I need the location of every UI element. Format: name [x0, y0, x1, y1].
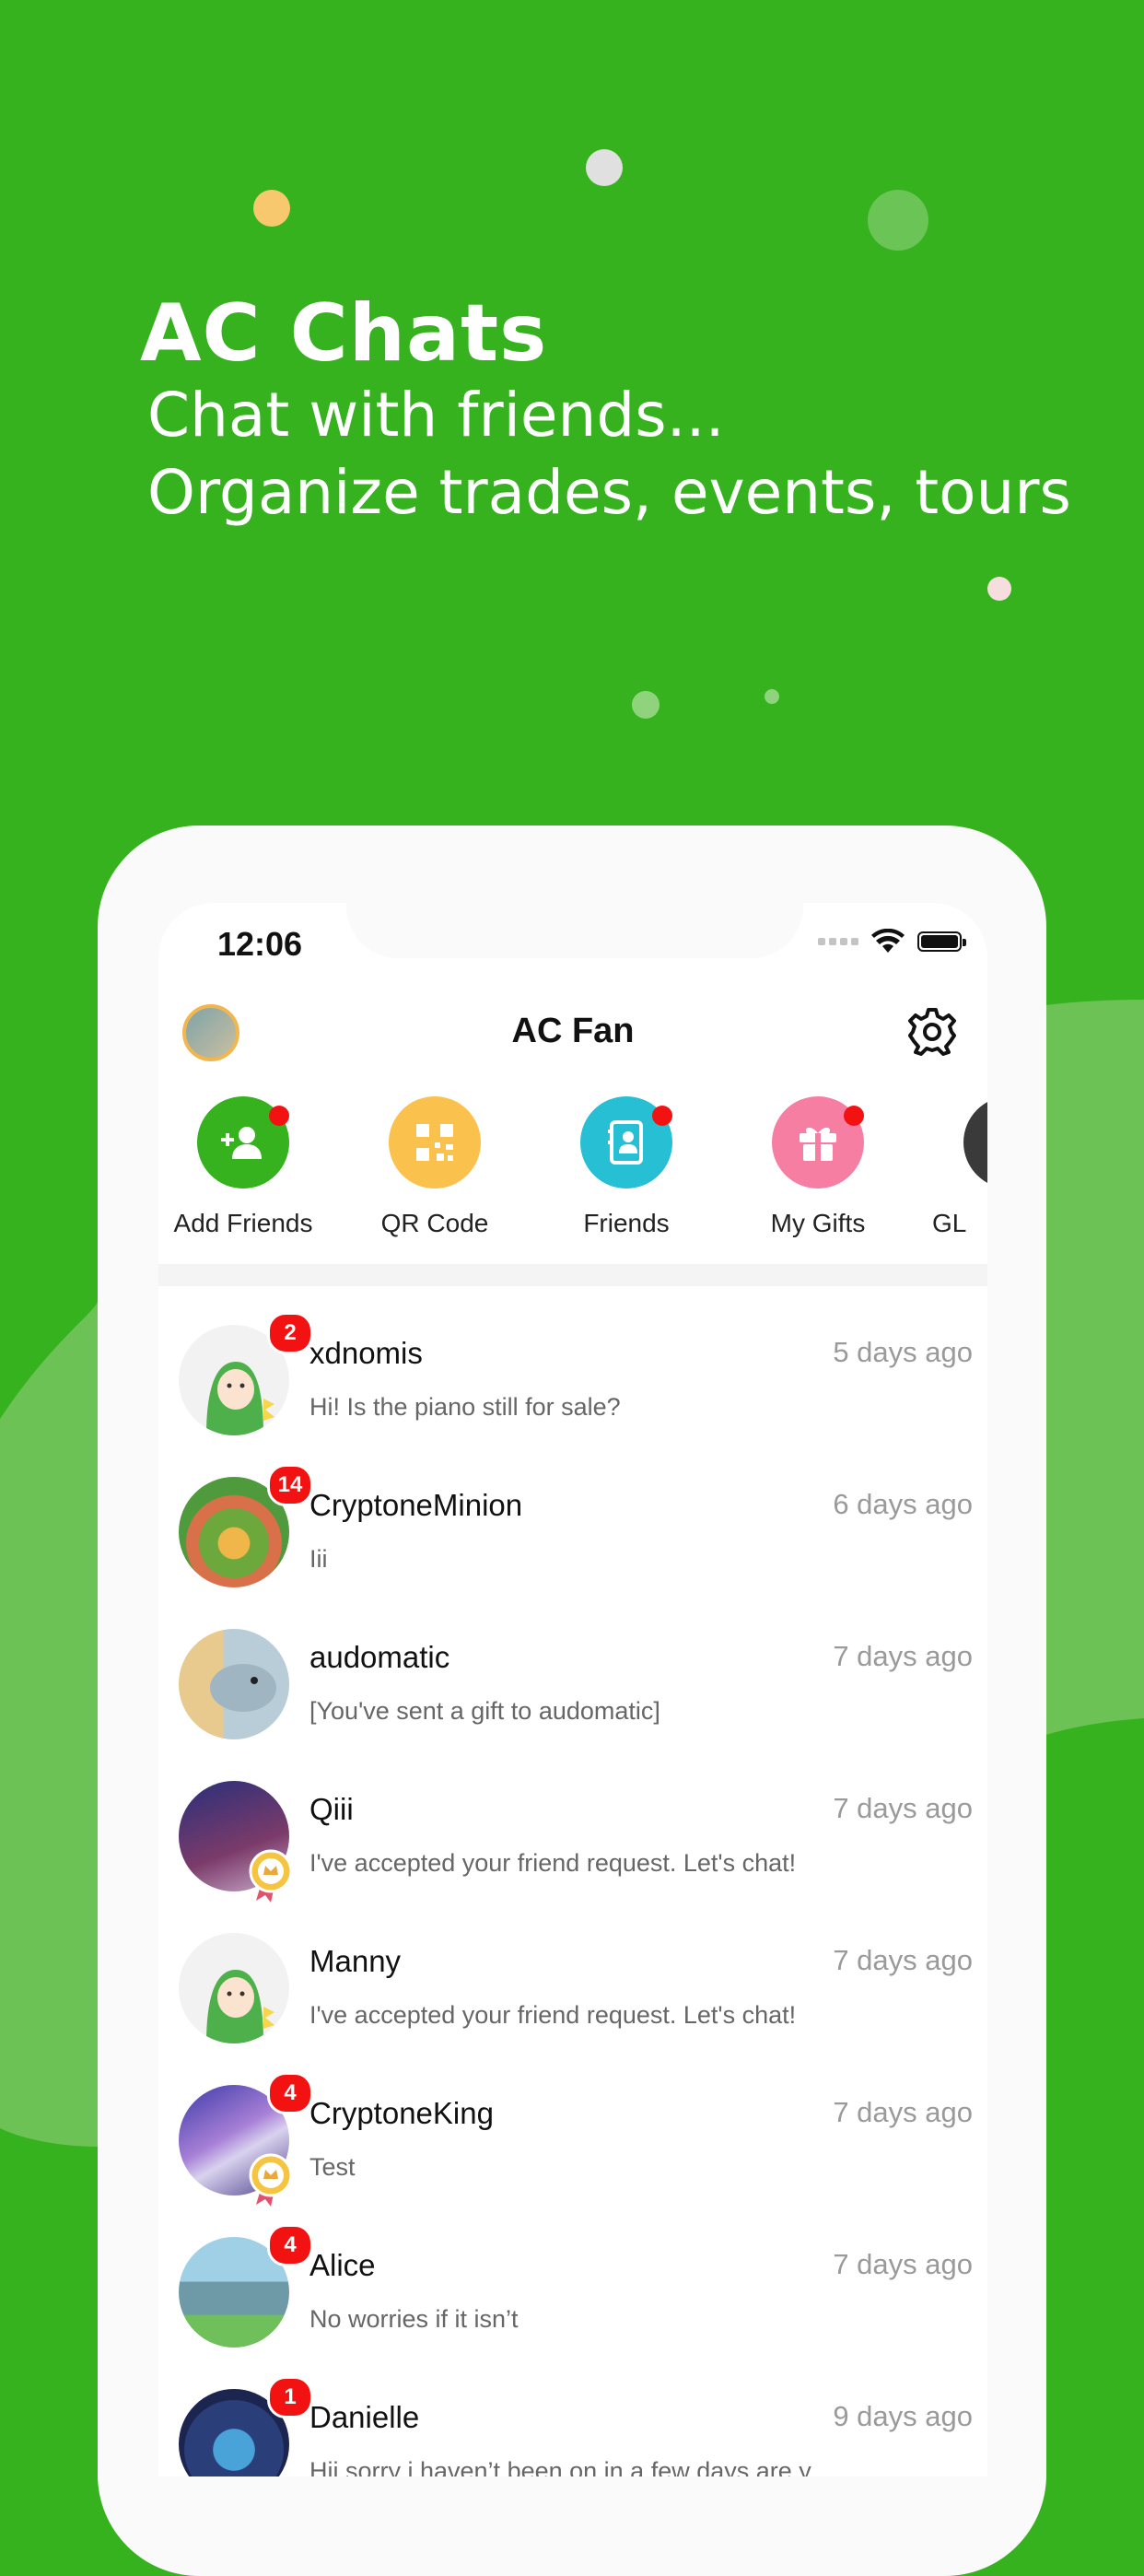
- chat-time: 7 days ago: [833, 2096, 973, 2128]
- chat-preview: I've accepted your friend request. Let's…: [309, 1849, 797, 1877]
- chat-name: Qiii: [309, 1792, 354, 1826]
- hero-subtitle-line-2: Organize trades, events, tours: [147, 457, 1071, 528]
- hero-subtitle-line-1: Chat with friends...: [147, 380, 725, 451]
- qr-code-icon: [389, 1096, 481, 1188]
- decor-dot: [765, 689, 779, 704]
- app-screen: 12:06 AC Fan Add Friends QR Code Friends…: [158, 903, 987, 2476]
- chat-row[interactable]: Qiii 7 days ago I've accepted your frien…: [158, 1742, 987, 1903]
- chat-name: Manny: [309, 1944, 402, 1978]
- add-friends-button[interactable]: Add Friends: [158, 1096, 335, 1238]
- more-icon: [963, 1096, 987, 1188]
- hero-title: AC Chats: [140, 287, 548, 380]
- chat-name: Danielle: [309, 2400, 420, 2434]
- chat-row[interactable]: audomatic 7 days ago [You've sent a gift…: [158, 1590, 987, 1742]
- chat-name: Alice: [309, 2248, 376, 2282]
- shortcut-label: Add Friends: [173, 1209, 313, 1237]
- chat-preview: No worries if it isn’t: [309, 2305, 519, 2333]
- decor-dot: [253, 190, 290, 227]
- notification-dot: [269, 1106, 289, 1126]
- chat-time: 6 days ago: [833, 1488, 973, 1520]
- chat-list: 2 xdnomis 5 days ago Hi! Is the piano st…: [158, 1286, 987, 2476]
- chat-time: 7 days ago: [833, 2248, 973, 2280]
- wifi-icon: [871, 929, 905, 953]
- decor-dot: [868, 190, 928, 251]
- notification-dot: [844, 1106, 864, 1126]
- qr-code-button[interactable]: QR Code: [343, 1096, 527, 1238]
- chat-name: xdnomis: [309, 1336, 423, 1370]
- gift-icon: [772, 1096, 864, 1188]
- chat-time: 7 days ago: [833, 1944, 973, 1976]
- chat-preview: [You've sent a gift to audomatic]: [309, 1697, 660, 1725]
- chat-time: 7 days ago: [833, 1640, 973, 1672]
- my-gifts-button[interactable]: My Gifts: [726, 1096, 910, 1238]
- unread-badge: 2: [267, 1312, 313, 1354]
- chat-name: CryptoneMinion: [309, 1488, 523, 1522]
- decor-dot: [987, 577, 1011, 601]
- chat-name: CryptoneKing: [309, 2096, 494, 2130]
- notification-dot: [652, 1106, 672, 1126]
- chat-row[interactable]: 4 Alice 7 days ago No worries if it isn’…: [158, 2198, 987, 2350]
- battery-icon: [917, 931, 966, 952]
- shortcut-label: GL: [932, 1209, 967, 1237]
- chat-preview: I've accepted your friend request. Let's…: [309, 2001, 797, 2029]
- chat-time: 9 days ago: [833, 2400, 973, 2432]
- phone-notch: [346, 903, 803, 958]
- chat-time: 5 days ago: [833, 1336, 973, 1368]
- app-header: AC Fan: [158, 1004, 987, 1078]
- avatar: [179, 1933, 289, 2043]
- chat-time: 7 days ago: [833, 1792, 973, 1824]
- shortcut-bar: Add Friends QR Code Friends My Gifts GL: [158, 1096, 987, 1255]
- chat-preview: Hii sorry i haven’t been on in a few day…: [309, 2457, 811, 2476]
- chat-preview: Hi! Is the piano still for sale?: [309, 1393, 621, 1421]
- shortcut-label: QR Code: [380, 1209, 489, 1237]
- decor-dot: [586, 149, 623, 186]
- contacts-icon: [580, 1096, 672, 1188]
- chat-row[interactable]: Manny 7 days ago I've accepted your frie…: [158, 1894, 987, 2046]
- status-icons: [818, 929, 966, 954]
- unread-badge: 4: [267, 2072, 313, 2114]
- avatar: [179, 1629, 289, 1739]
- chat-row[interactable]: 4 CryptoneKing 7 days ago Test: [158, 2046, 987, 2207]
- chat-preview: Test: [309, 2153, 356, 2181]
- decor-dot: [632, 691, 660, 719]
- unread-badge: 4: [267, 2224, 313, 2266]
- chat-row[interactable]: 2 xdnomis 5 days ago Hi! Is the piano st…: [158, 1286, 987, 1438]
- add-user-icon: [197, 1096, 289, 1188]
- gear-icon[interactable]: [905, 1004, 960, 1060]
- chat-row[interactable]: 14 CryptoneMinion 6 days ago Iii: [158, 1438, 987, 1590]
- friends-button[interactable]: Friends: [534, 1096, 718, 1238]
- unread-badge: 14: [267, 1464, 313, 1506]
- page-title: AC Fan: [511, 1012, 635, 1050]
- shortcut-label: Friends: [583, 1209, 670, 1237]
- chat-row[interactable]: 1 Danielle 9 days ago Hii sorry i haven’…: [158, 2350, 987, 2476]
- more-shortcut-button[interactable]: GL: [917, 1096, 987, 1238]
- signal-icon: [818, 938, 858, 945]
- shortcut-label: My Gifts: [770, 1209, 866, 1237]
- unread-badge: 1: [267, 2376, 313, 2418]
- chat-preview: Iii: [309, 1545, 328, 1573]
- section-divider: [158, 1264, 987, 1286]
- status-time: 12:06: [217, 925, 303, 963]
- chat-name: audomatic: [309, 1640, 450, 1674]
